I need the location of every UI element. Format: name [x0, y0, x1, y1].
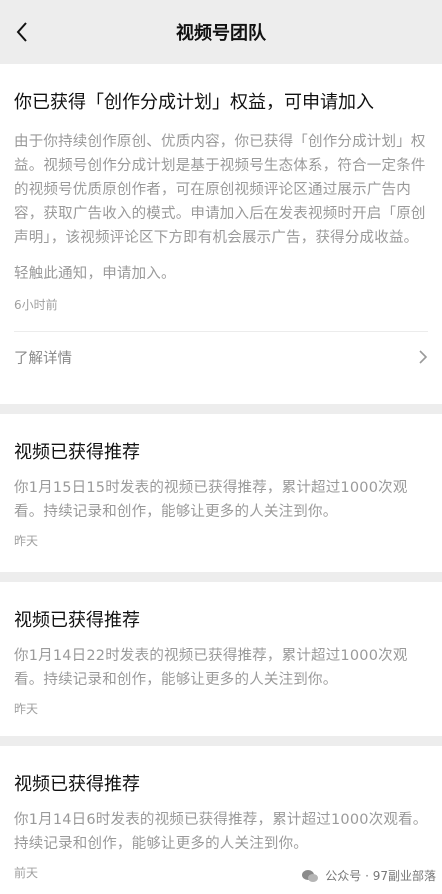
chevron-right-icon [419, 350, 428, 364]
notification-card[interactable]: 视频已获得推荐 你1月15日15时发表的视频已获得推荐，累计超过1000次观看。… [0, 414, 442, 572]
card-title: 视频已获得推荐 [14, 774, 140, 795]
back-button[interactable] [8, 18, 36, 46]
card-body: 你1月15日15时发表的视频已获得推荐，累计超过1000次观看。持续记录和创作，… [14, 480, 408, 520]
notification-card[interactable]: 你已获得「创作分成计划」权益，可申请加入 由于你持续创作原创、优质内容，你已获得… [0, 64, 442, 404]
card-time: 昨天 [14, 702, 39, 716]
card-notify-text: 轻触此通知，申请加入。 [14, 266, 176, 282]
card-body: 由于你持续创作原创、优质内容，你已获得「创作分成计划」权益。视频号创作分成计划是… [14, 134, 426, 246]
notification-card[interactable]: 视频已获得推荐 你1月14日22时发表的视频已获得推荐，累计超过1000次观看。… [0, 582, 442, 736]
chevron-left-icon [16, 22, 27, 42]
card-time: 6小时前 [14, 298, 58, 312]
card-body: 你1月14日6时发表的视频已获得推荐，累计超过1000次观看。持续记录和创作，能… [14, 812, 428, 852]
watermark-text: 公众号 · 97副业部落 [325, 869, 436, 883]
top-bar: 视频号团队 [0, 0, 442, 64]
card-time: 昨天 [14, 534, 39, 548]
card-title: 视频已获得推荐 [14, 442, 140, 463]
watermark: 公众号 · 97副业部落 [301, 867, 436, 884]
card-title: 你已获得「创作分成计划」权益，可申请加入 [14, 92, 374, 113]
learn-more-label: 了解详情 [14, 350, 72, 367]
wechat-icon [302, 869, 319, 882]
card-title: 视频已获得推荐 [14, 610, 140, 631]
page-title: 视频号团队 [176, 23, 266, 44]
learn-more-link[interactable]: 了解详情 [14, 332, 428, 382]
card-body: 你1月14日22时发表的视频已获得推荐，累计超过1000次观看。持续记录和创作，… [14, 648, 408, 688]
